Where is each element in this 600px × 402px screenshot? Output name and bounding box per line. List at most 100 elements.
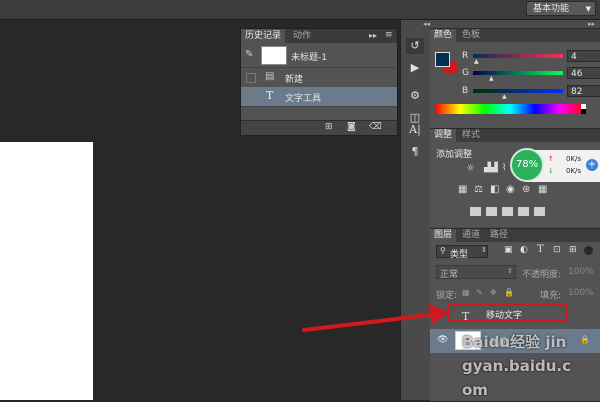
document-canvas[interactable] bbox=[0, 142, 93, 400]
upload-arrow-icon: ↑ bbox=[548, 155, 554, 163]
history-panel: 历史记录 动作 ▸▸ ≡ ✎ 未标题-1 ▤ 新建 T 文字工具 ⊞ ◙ ⌫ bbox=[240, 28, 398, 136]
memory-usage-ring[interactable]: 78% bbox=[510, 148, 544, 182]
selective-color-icon[interactable] bbox=[534, 207, 545, 216]
history-item-label: 新建 bbox=[285, 75, 304, 85]
collapse-icon[interactable]: ◂◂ bbox=[423, 20, 430, 28]
foreground-color-swatch[interactable] bbox=[435, 52, 450, 67]
text-tool-icon: T bbox=[266, 89, 274, 102]
history-snapshot[interactable]: ✎ 未标题-1 bbox=[241, 43, 397, 68]
annotation-arrow bbox=[302, 304, 450, 332]
workspace-switcher[interactable]: 基本功能 ▼ bbox=[526, 1, 596, 16]
chevron-updown-icon: ⇕ bbox=[507, 267, 513, 275]
adjustments-tab-bar: 调整 样式 bbox=[430, 129, 600, 142]
green-label: G bbox=[462, 68, 469, 78]
invert-icon[interactable] bbox=[470, 207, 481, 216]
lock-transparent-icon[interactable]: ▦ bbox=[462, 288, 470, 297]
history-footer: ⊞ ◙ ⌫ bbox=[241, 120, 397, 135]
tab-layers[interactable]: 图层 bbox=[430, 229, 457, 242]
layer-filter-label: 类型 bbox=[450, 250, 469, 260]
tab-channels[interactable]: 通道 bbox=[458, 229, 484, 242]
panel-icon-strip: ◂◂ ↺ ▶ ⚙ ◫ A| ¶ bbox=[400, 20, 431, 400]
trash-icon[interactable]: ⌫ bbox=[369, 122, 382, 132]
tool-presets-icon[interactable]: ⚙ bbox=[406, 88, 424, 104]
new-document-from-state-icon[interactable]: ⊞ bbox=[325, 122, 333, 132]
gradient-map-icon[interactable] bbox=[518, 207, 529, 216]
tab-adjustments[interactable]: 调整 bbox=[430, 129, 457, 142]
curves-icon[interactable]: ⌇ bbox=[502, 163, 506, 173]
history-source-checkbox[interactable] bbox=[246, 73, 256, 83]
camera-icon[interactable]: ◙ bbox=[347, 122, 356, 132]
actions-play-icon[interactable]: ▶ bbox=[406, 60, 424, 76]
color-spectrum-bar[interactable] bbox=[435, 104, 585, 114]
lock-all-icon[interactable]: 🔒 bbox=[504, 288, 514, 297]
blue-value-field[interactable]: 82 bbox=[567, 85, 600, 97]
plus-icon[interactable]: + bbox=[586, 159, 598, 171]
filter-toggle-icon[interactable] bbox=[584, 246, 593, 255]
blue-slider-handle[interactable]: ▲ bbox=[502, 93, 507, 100]
memory-usage-percent: 78% bbox=[515, 159, 539, 170]
pixel-filter-icon[interactable]: ▣ bbox=[504, 245, 513, 255]
blue-label: B bbox=[462, 86, 469, 96]
text-layer-name: 移动文字 bbox=[486, 311, 523, 321]
adjustments-title: 添加调整 bbox=[436, 150, 473, 160]
channel-mixer-icon[interactable]: ⊛ bbox=[522, 184, 530, 195]
fill-label: 填充: bbox=[540, 291, 562, 301]
red-label: R bbox=[462, 51, 469, 61]
history-item-new[interactable]: ▤ 新建 bbox=[241, 68, 397, 88]
black-white-icon[interactable]: ◧ bbox=[490, 184, 499, 195]
smart-object-filter-icon[interactable]: ⊞ bbox=[569, 245, 577, 255]
upload-speed: 0K/s bbox=[566, 155, 582, 163]
threshold-icon[interactable] bbox=[502, 207, 513, 216]
character-icon[interactable]: A| bbox=[406, 122, 424, 138]
collapse-icon[interactable]: ▸▸ bbox=[369, 31, 377, 40]
hue-saturation-icon[interactable]: ▦ bbox=[458, 184, 467, 195]
green-value-field[interactable]: 46 bbox=[567, 67, 600, 79]
black-swatch[interactable] bbox=[581, 109, 586, 114]
red-value-field[interactable]: 4 bbox=[567, 50, 600, 62]
history-source-checkbox[interactable] bbox=[246, 92, 256, 102]
panel-menu-icon[interactable]: ≡ bbox=[385, 30, 393, 40]
shape-filter-icon[interactable]: ⊡ bbox=[553, 245, 561, 255]
color-panel: 颜色 色板 R ▲ 4 G ▲ 46 B ▲ 82 bbox=[430, 28, 600, 129]
history-item-type-tool[interactable]: T 文字工具 bbox=[241, 87, 397, 107]
posterize-icon[interactable] bbox=[486, 207, 497, 216]
opacity-label: 不透明度: bbox=[522, 270, 562, 280]
green-slider-handle[interactable]: ▲ bbox=[489, 75, 494, 82]
lock-pixels-icon[interactable]: ✎ bbox=[476, 288, 483, 297]
brightness-icon[interactable]: ☼ bbox=[466, 163, 475, 174]
search-icon: ⚲ bbox=[440, 246, 446, 255]
red-slider[interactable] bbox=[473, 54, 563, 58]
layers-tab-bar: 图层 通道 路径 bbox=[430, 229, 600, 242]
adjustment-filter-icon[interactable]: ◐ bbox=[520, 245, 528, 255]
paragraph-icon[interactable]: ¶ bbox=[406, 144, 424, 160]
history-item-label: 文字工具 bbox=[285, 94, 322, 104]
red-slider-handle[interactable]: ▲ bbox=[474, 58, 479, 65]
tab-styles[interactable]: 样式 bbox=[458, 129, 484, 142]
chevron-updown-icon: ⇕ bbox=[481, 246, 487, 254]
photo-filter-icon[interactable]: ◉ bbox=[506, 184, 515, 195]
lock-position-icon[interactable]: ✥ bbox=[490, 288, 497, 297]
blue-slider[interactable] bbox=[473, 89, 563, 93]
tab-history[interactable]: 历史记录 bbox=[241, 29, 286, 43]
collapse-icon[interactable]: ▸▸ bbox=[588, 20, 595, 28]
snapshot-label: 未标题-1 bbox=[291, 53, 327, 63]
green-slider[interactable] bbox=[473, 71, 563, 75]
download-speed: 0K/s bbox=[566, 167, 582, 175]
color-balance-icon[interactable]: ⚖ bbox=[474, 184, 483, 195]
blend-mode-select[interactable]: 正常 ⇕ bbox=[436, 265, 516, 280]
history-icon[interactable]: ↺ bbox=[406, 38, 424, 54]
tab-color[interactable]: 颜色 bbox=[430, 29, 457, 42]
levels-icon[interactable]: ▟▟ bbox=[484, 163, 498, 173]
tab-actions[interactable]: 动作 bbox=[289, 29, 315, 43]
color-lookup-icon[interactable]: ▦ bbox=[538, 184, 547, 195]
download-arrow-icon: ↓ bbox=[548, 167, 554, 175]
opacity-value[interactable]: 100% bbox=[568, 267, 594, 277]
layer-filter-select[interactable]: ⚲ 类型 ⇕ bbox=[436, 245, 488, 260]
color-tab-bar: 颜色 色板 bbox=[430, 29, 600, 42]
fill-value[interactable]: 100% bbox=[568, 288, 594, 298]
tab-swatches[interactable]: 色板 bbox=[458, 29, 484, 42]
highlight-box: 移动文字 bbox=[448, 304, 568, 322]
tab-paths[interactable]: 路径 bbox=[486, 229, 512, 242]
history-tab-bar: 历史记录 动作 ▸▸ ≡ bbox=[241, 29, 397, 43]
type-filter-icon[interactable]: T bbox=[537, 244, 544, 255]
